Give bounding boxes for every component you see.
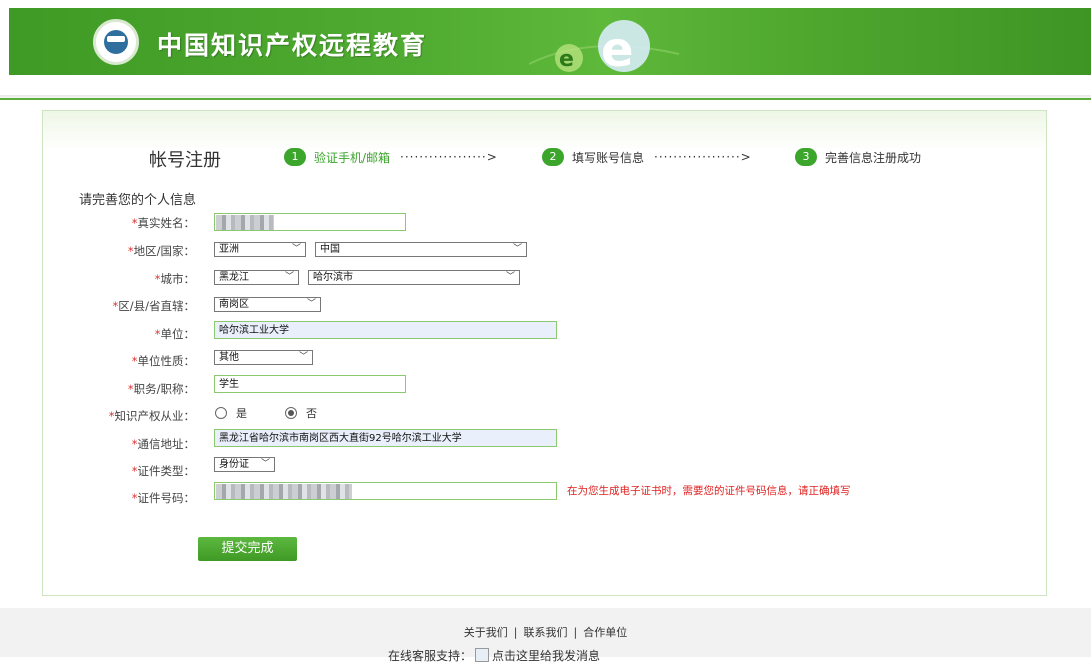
submit-button[interactable]: 提交完成 bbox=[198, 537, 297, 561]
logo-globe-icon bbox=[104, 30, 128, 54]
district-label: *区/县/省直辖： bbox=[112, 299, 196, 313]
id-type-label: *证件类型： bbox=[131, 464, 195, 478]
id-number-label: *证件号码： bbox=[131, 491, 195, 505]
step-number: 2 bbox=[542, 148, 564, 166]
broken-image-icon bbox=[475, 648, 490, 662]
country-select[interactable]: 中国 ﹀ bbox=[315, 242, 527, 257]
footer-link-about[interactable]: 关于我们 bbox=[464, 626, 508, 639]
address-input[interactable]: 黑龙江省哈尔滨市南岗区西大直街92号哈尔滨工业大学 bbox=[214, 429, 557, 447]
unit-input[interactable]: 哈尔滨工业大学 bbox=[214, 321, 557, 339]
step-label: 完善信息注册成功 bbox=[825, 150, 922, 165]
step-arrow: ··················> bbox=[400, 150, 498, 164]
id-type-select[interactable]: 身份证 ﹀ bbox=[214, 457, 275, 472]
step-number: 3 bbox=[795, 148, 817, 166]
site-title: 中国知识产权远程教育 bbox=[157, 31, 428, 60]
radio-checked-icon[interactable] bbox=[285, 407, 297, 419]
id-number-warning: 在为您生成电子证书时，需要您的证件号码信息，请正确填写 bbox=[567, 485, 851, 497]
step-1: 1 验证手机/邮箱 ··················> bbox=[284, 148, 498, 166]
site-logo bbox=[93, 19, 139, 65]
site-header: 中国知识产权远程教育 e e bbox=[9, 8, 1091, 75]
footer-link-partners[interactable]: 合作单位 bbox=[583, 626, 627, 639]
region-label: *地区/国家： bbox=[127, 244, 195, 258]
city-select[interactable]: 哈尔滨市 ﹀ bbox=[308, 270, 520, 285]
footer-links: 关于我们 | 联系我们 | 合作单位 bbox=[463, 626, 628, 639]
svg-text:e: e bbox=[601, 22, 634, 75]
svg-text:e: e bbox=[559, 47, 574, 72]
page-title: 帐号注册 bbox=[149, 150, 221, 171]
online-support: 在线客服支持： 点击这里给我发消息 bbox=[388, 648, 601, 663]
step-arrow: ··················> bbox=[654, 150, 752, 164]
step-3: 3 完善信息注册成功 bbox=[795, 148, 921, 166]
name-label: *真实姓名： bbox=[131, 216, 195, 230]
redacted-name bbox=[216, 215, 274, 230]
section-title: 请完善您的个人信息 bbox=[79, 193, 197, 208]
address-label: *通信地址： bbox=[131, 437, 195, 451]
continent-select[interactable]: 亚洲 ﹀ bbox=[214, 242, 306, 257]
position-label: *职务/职称： bbox=[127, 382, 195, 396]
ip-yes-radio[interactable]: 是 bbox=[215, 405, 247, 421]
unit-type-select[interactable]: 其他 ﹀ bbox=[214, 350, 313, 365]
ip-no-radio[interactable]: 否 bbox=[285, 405, 317, 421]
city-label: *城市： bbox=[154, 272, 195, 286]
position-input[interactable]: 学生 bbox=[214, 375, 406, 393]
step-number: 1 bbox=[284, 148, 306, 166]
step-label: 填写账号信息 bbox=[572, 150, 645, 165]
step-2: 2 填写账号信息 ··················> bbox=[542, 148, 752, 166]
footer-link-contact[interactable]: 联系我们 bbox=[524, 626, 568, 639]
support-chat-link[interactable]: 点击这里给我发消息 bbox=[492, 649, 600, 663]
ip-practitioner-label: *知识产权从业： bbox=[108, 409, 195, 423]
unit-type-label: *单位性质： bbox=[131, 354, 195, 368]
step-label: 验证手机/邮箱 bbox=[314, 150, 391, 165]
unit-label: *单位： bbox=[154, 327, 195, 341]
e-learning-logo-icon: e e bbox=[529, 20, 680, 75]
province-select[interactable]: 黑龙江 ﹀ bbox=[214, 270, 299, 285]
radio-icon[interactable] bbox=[215, 407, 227, 419]
redacted-id-number bbox=[216, 484, 352, 499]
district-select[interactable]: 南岗区 ﹀ bbox=[214, 297, 321, 312]
